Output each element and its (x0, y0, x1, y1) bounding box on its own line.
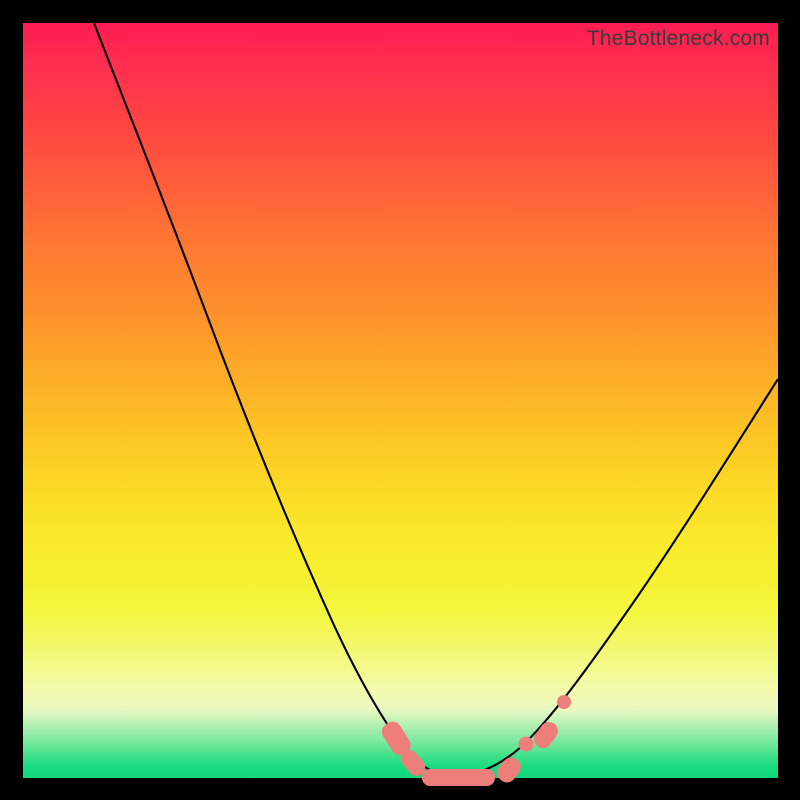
marker-blob (530, 718, 561, 751)
right-curve (456, 379, 778, 776)
trough-markers (379, 695, 571, 786)
marker-blob (494, 754, 525, 786)
curve-layer (23, 23, 778, 778)
marker-dot (557, 695, 571, 709)
chart-frame: TheBottleneck.com (0, 0, 800, 800)
marker-blob (422, 769, 495, 786)
marker-dot (519, 737, 534, 752)
left-curve (94, 23, 456, 776)
plot-area: TheBottleneck.com (23, 23, 778, 778)
